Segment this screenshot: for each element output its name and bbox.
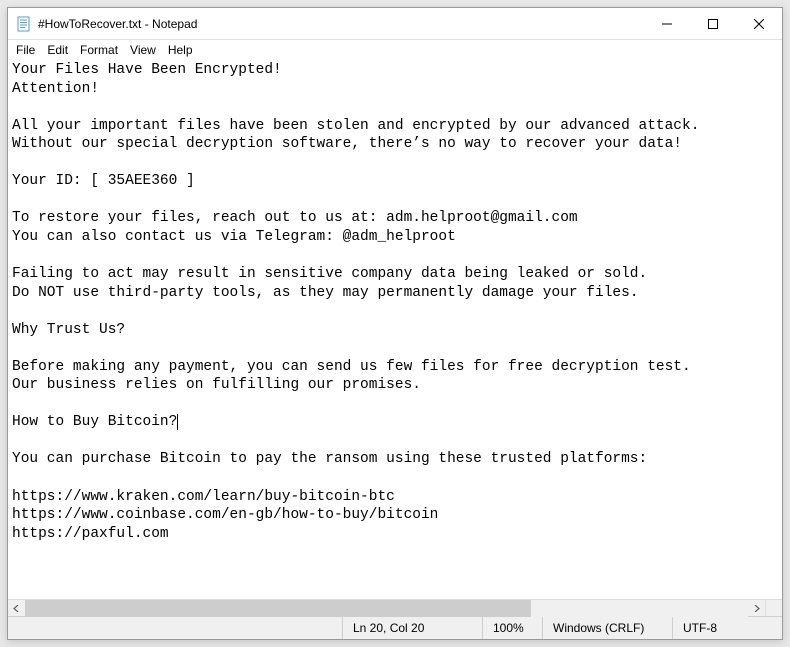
horizontal-scrollbar-row [8,599,782,616]
minimize-button[interactable] [644,8,690,39]
status-bar: Ln 20, Col 20 100% Windows (CRLF) UTF-8 [8,616,782,639]
maximize-button[interactable] [690,8,736,39]
scroll-corner [765,600,782,617]
scroll-track[interactable] [25,600,748,617]
status-line-ending: Windows (CRLF) [542,617,672,639]
notepad-app-icon [16,16,32,32]
menu-view[interactable]: View [124,42,162,58]
scroll-thumb[interactable] [25,600,531,617]
notepad-window: #HowToRecover.txt - Notepad File Edit Fo… [7,7,783,640]
menu-edit[interactable]: Edit [41,42,74,58]
title-bar[interactable]: #HowToRecover.txt - Notepad [8,8,782,40]
scroll-right-arrow-icon[interactable] [748,600,765,617]
scroll-left-arrow-icon[interactable] [8,600,25,617]
menu-file[interactable]: File [10,42,41,58]
text-editor-area[interactable]: Your Files Have Been Encrypted! Attentio… [8,60,782,599]
menu-help[interactable]: Help [162,42,199,58]
status-encoding: UTF-8 [672,617,782,639]
menu-format[interactable]: Format [74,42,124,58]
horizontal-scrollbar[interactable] [8,600,765,616]
window-controls [644,8,782,39]
text-caret [177,414,178,430]
close-button[interactable] [736,8,782,39]
menu-bar: File Edit Format View Help [8,40,782,60]
window-title: #HowToRecover.txt - Notepad [38,17,644,31]
status-zoom: 100% [482,617,542,639]
status-cursor-position: Ln 20, Col 20 [342,617,482,639]
